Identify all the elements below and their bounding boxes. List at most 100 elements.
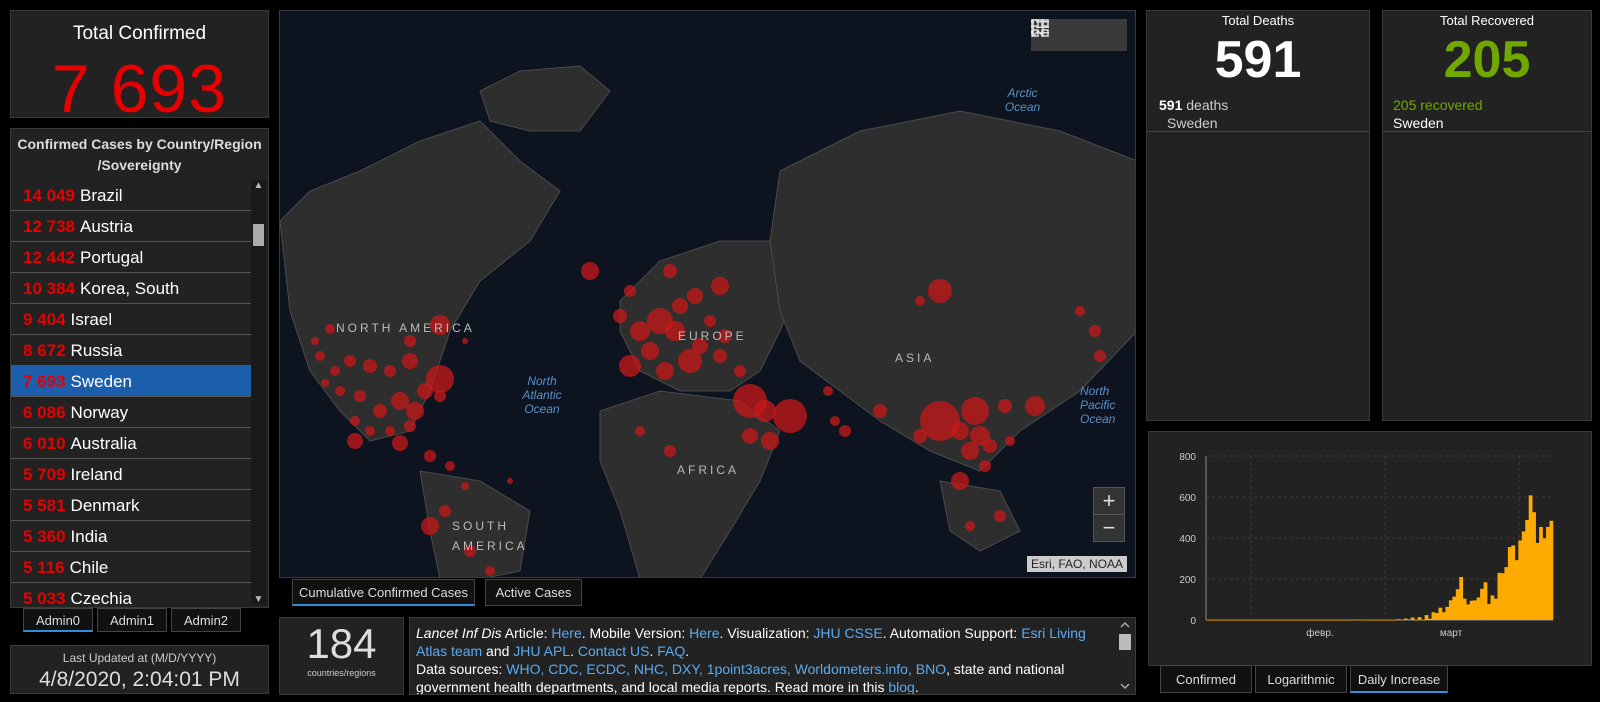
tab-active-cases[interactable]: Active Cases	[485, 579, 582, 606]
case-bubble[interactable]	[311, 337, 319, 345]
recovered-line[interactable]: 205 recovered	[1393, 96, 1569, 114]
case-bubble[interactable]	[839, 425, 851, 437]
case-bubble[interactable]	[406, 402, 424, 420]
mobile-link[interactable]: Here	[689, 625, 719, 641]
case-bubble[interactable]	[335, 386, 345, 396]
case-bubble[interactable]	[656, 362, 674, 380]
case-bubble[interactable]	[754, 400, 776, 422]
case-bubble[interactable]	[325, 324, 335, 334]
scroll-up-icon[interactable]: ▲	[251, 180, 266, 191]
sources-links[interactable]: WHO, CDC, ECDC, NHC, DXY, 1point3acres, …	[506, 661, 946, 677]
country-row[interactable]: 12 442 Portugal	[11, 242, 251, 273]
tab-admin1[interactable]: Admin1	[97, 608, 167, 632]
case-bubble[interactable]	[630, 321, 650, 341]
case-bubble[interactable]	[873, 404, 887, 418]
case-bubble[interactable]	[404, 420, 416, 432]
case-bubble[interactable]	[704, 315, 716, 327]
case-bubble[interactable]	[965, 521, 975, 531]
case-bubble[interactable]	[365, 426, 375, 436]
case-bubble[interactable]	[330, 366, 340, 376]
case-bubble[interactable]	[402, 353, 418, 369]
case-bubble[interactable]	[507, 478, 513, 484]
jhu-csse-link[interactable]: JHU CSSE	[813, 625, 882, 641]
case-bubble[interactable]	[344, 355, 356, 367]
case-bubble[interactable]	[350, 416, 360, 426]
case-bubble[interactable]	[421, 517, 439, 535]
case-bubble[interactable]	[1094, 350, 1106, 362]
case-bubble[interactable]	[994, 510, 1006, 522]
deaths-line[interactable]: 591 deaths	[1159, 96, 1347, 114]
case-bubble[interactable]	[687, 288, 703, 304]
case-bubble[interactable]	[424, 450, 436, 462]
case-bubble[interactable]	[823, 386, 833, 396]
faq-link[interactable]: FAQ	[657, 643, 685, 659]
case-bubble[interactable]	[315, 351, 325, 361]
case-bubble[interactable]	[1089, 325, 1101, 337]
jhu-apl-link[interactable]: JHU APL	[513, 643, 570, 659]
tab-cumulative-confirmed[interactable]: Cumulative Confirmed Cases	[292, 579, 475, 606]
case-bubble[interactable]	[915, 296, 925, 306]
case-bubble[interactable]	[1005, 436, 1015, 446]
case-bubble[interactable]	[734, 365, 746, 377]
case-bubble[interactable]	[664, 445, 676, 457]
case-bubble[interactable]	[961, 397, 989, 425]
case-bubble[interactable]	[951, 422, 969, 440]
case-bubble[interactable]	[742, 428, 758, 444]
country-row[interactable]: 7 693 Sweden	[11, 366, 251, 397]
case-bubble[interactable]	[619, 355, 641, 377]
case-bubble[interactable]	[384, 365, 396, 377]
case-bubble[interactable]	[641, 342, 659, 360]
case-bubble[interactable]	[462, 338, 468, 344]
world-map[interactable]: NORTH AMERICA EUROPE ASIA AFRICA SOUTH A…	[279, 10, 1136, 578]
case-bubble[interactable]	[1075, 306, 1085, 316]
info-scrollbar[interactable]	[1117, 620, 1133, 692]
case-bubble[interactable]	[998, 399, 1012, 413]
country-row[interactable]: 5 116 Chile	[11, 552, 251, 583]
case-bubble[interactable]	[672, 298, 688, 314]
country-row[interactable]: 6 086 Norway	[11, 397, 251, 428]
country-row[interactable]: 5 360 India	[11, 521, 251, 552]
tab-admin2[interactable]: Admin2	[171, 608, 241, 632]
case-bubble[interactable]	[1025, 396, 1045, 416]
case-bubble[interactable]	[321, 379, 329, 387]
zoom-out-button[interactable]: −	[1093, 514, 1125, 542]
case-bubble[interactable]	[354, 390, 366, 402]
case-bubble[interactable]	[713, 349, 727, 363]
case-bubble[interactable]	[678, 349, 702, 373]
case-bubble[interactable]	[581, 262, 599, 280]
country-row[interactable]: 10 384 Korea, South	[11, 273, 251, 304]
case-bubble[interactable]	[928, 279, 952, 303]
case-bubble[interactable]	[663, 264, 677, 278]
country-row[interactable]: 6 010 Australia	[11, 428, 251, 459]
case-bubble[interactable]	[373, 404, 387, 418]
case-bubble[interactable]	[979, 460, 991, 472]
case-bubble[interactable]	[385, 426, 395, 436]
blog-link[interactable]: blog	[888, 679, 914, 694]
country-list[interactable]: 14 049 Brazil 12 738 Austria 12 442 Portugal 1…	[11, 180, 251, 608]
daily-increase-chart[interactable]: 800 600 400 200 0 февр. март	[1149, 432, 1593, 667]
case-bubble[interactable]	[363, 359, 377, 373]
case-bubble[interactable]	[485, 566, 495, 576]
case-bubble[interactable]	[711, 277, 729, 295]
scroll-thumb[interactable]	[253, 224, 264, 246]
case-bubble[interactable]	[392, 435, 408, 451]
case-bubble[interactable]	[773, 399, 807, 433]
article-link[interactable]: Here	[551, 625, 581, 641]
tab-confirmed[interactable]: Confirmed	[1160, 665, 1252, 693]
case-bubble[interactable]	[830, 416, 840, 426]
case-bubble[interactable]	[613, 309, 627, 323]
case-bubble[interactable]	[951, 472, 969, 490]
country-list-scrollbar[interactable]: ▲ ▼	[251, 180, 266, 605]
case-bubble[interactable]	[434, 390, 446, 402]
country-row[interactable]: 8 672 Russia	[11, 335, 251, 366]
country-row[interactable]: 5 581 Denmark	[11, 490, 251, 521]
scroll-down-icon[interactable]: ▼	[251, 594, 266, 605]
tab-logarithmic[interactable]: Logarithmic	[1255, 665, 1347, 693]
country-row[interactable]: 12 738 Austria	[11, 211, 251, 242]
case-bubble[interactable]	[445, 461, 455, 471]
case-bubble[interactable]	[347, 433, 363, 449]
case-bubble[interactable]	[961, 442, 979, 460]
zoom-in-button[interactable]: +	[1093, 487, 1125, 515]
country-row[interactable]: 5 709 Ireland	[11, 459, 251, 490]
case-bubble[interactable]	[624, 285, 636, 297]
